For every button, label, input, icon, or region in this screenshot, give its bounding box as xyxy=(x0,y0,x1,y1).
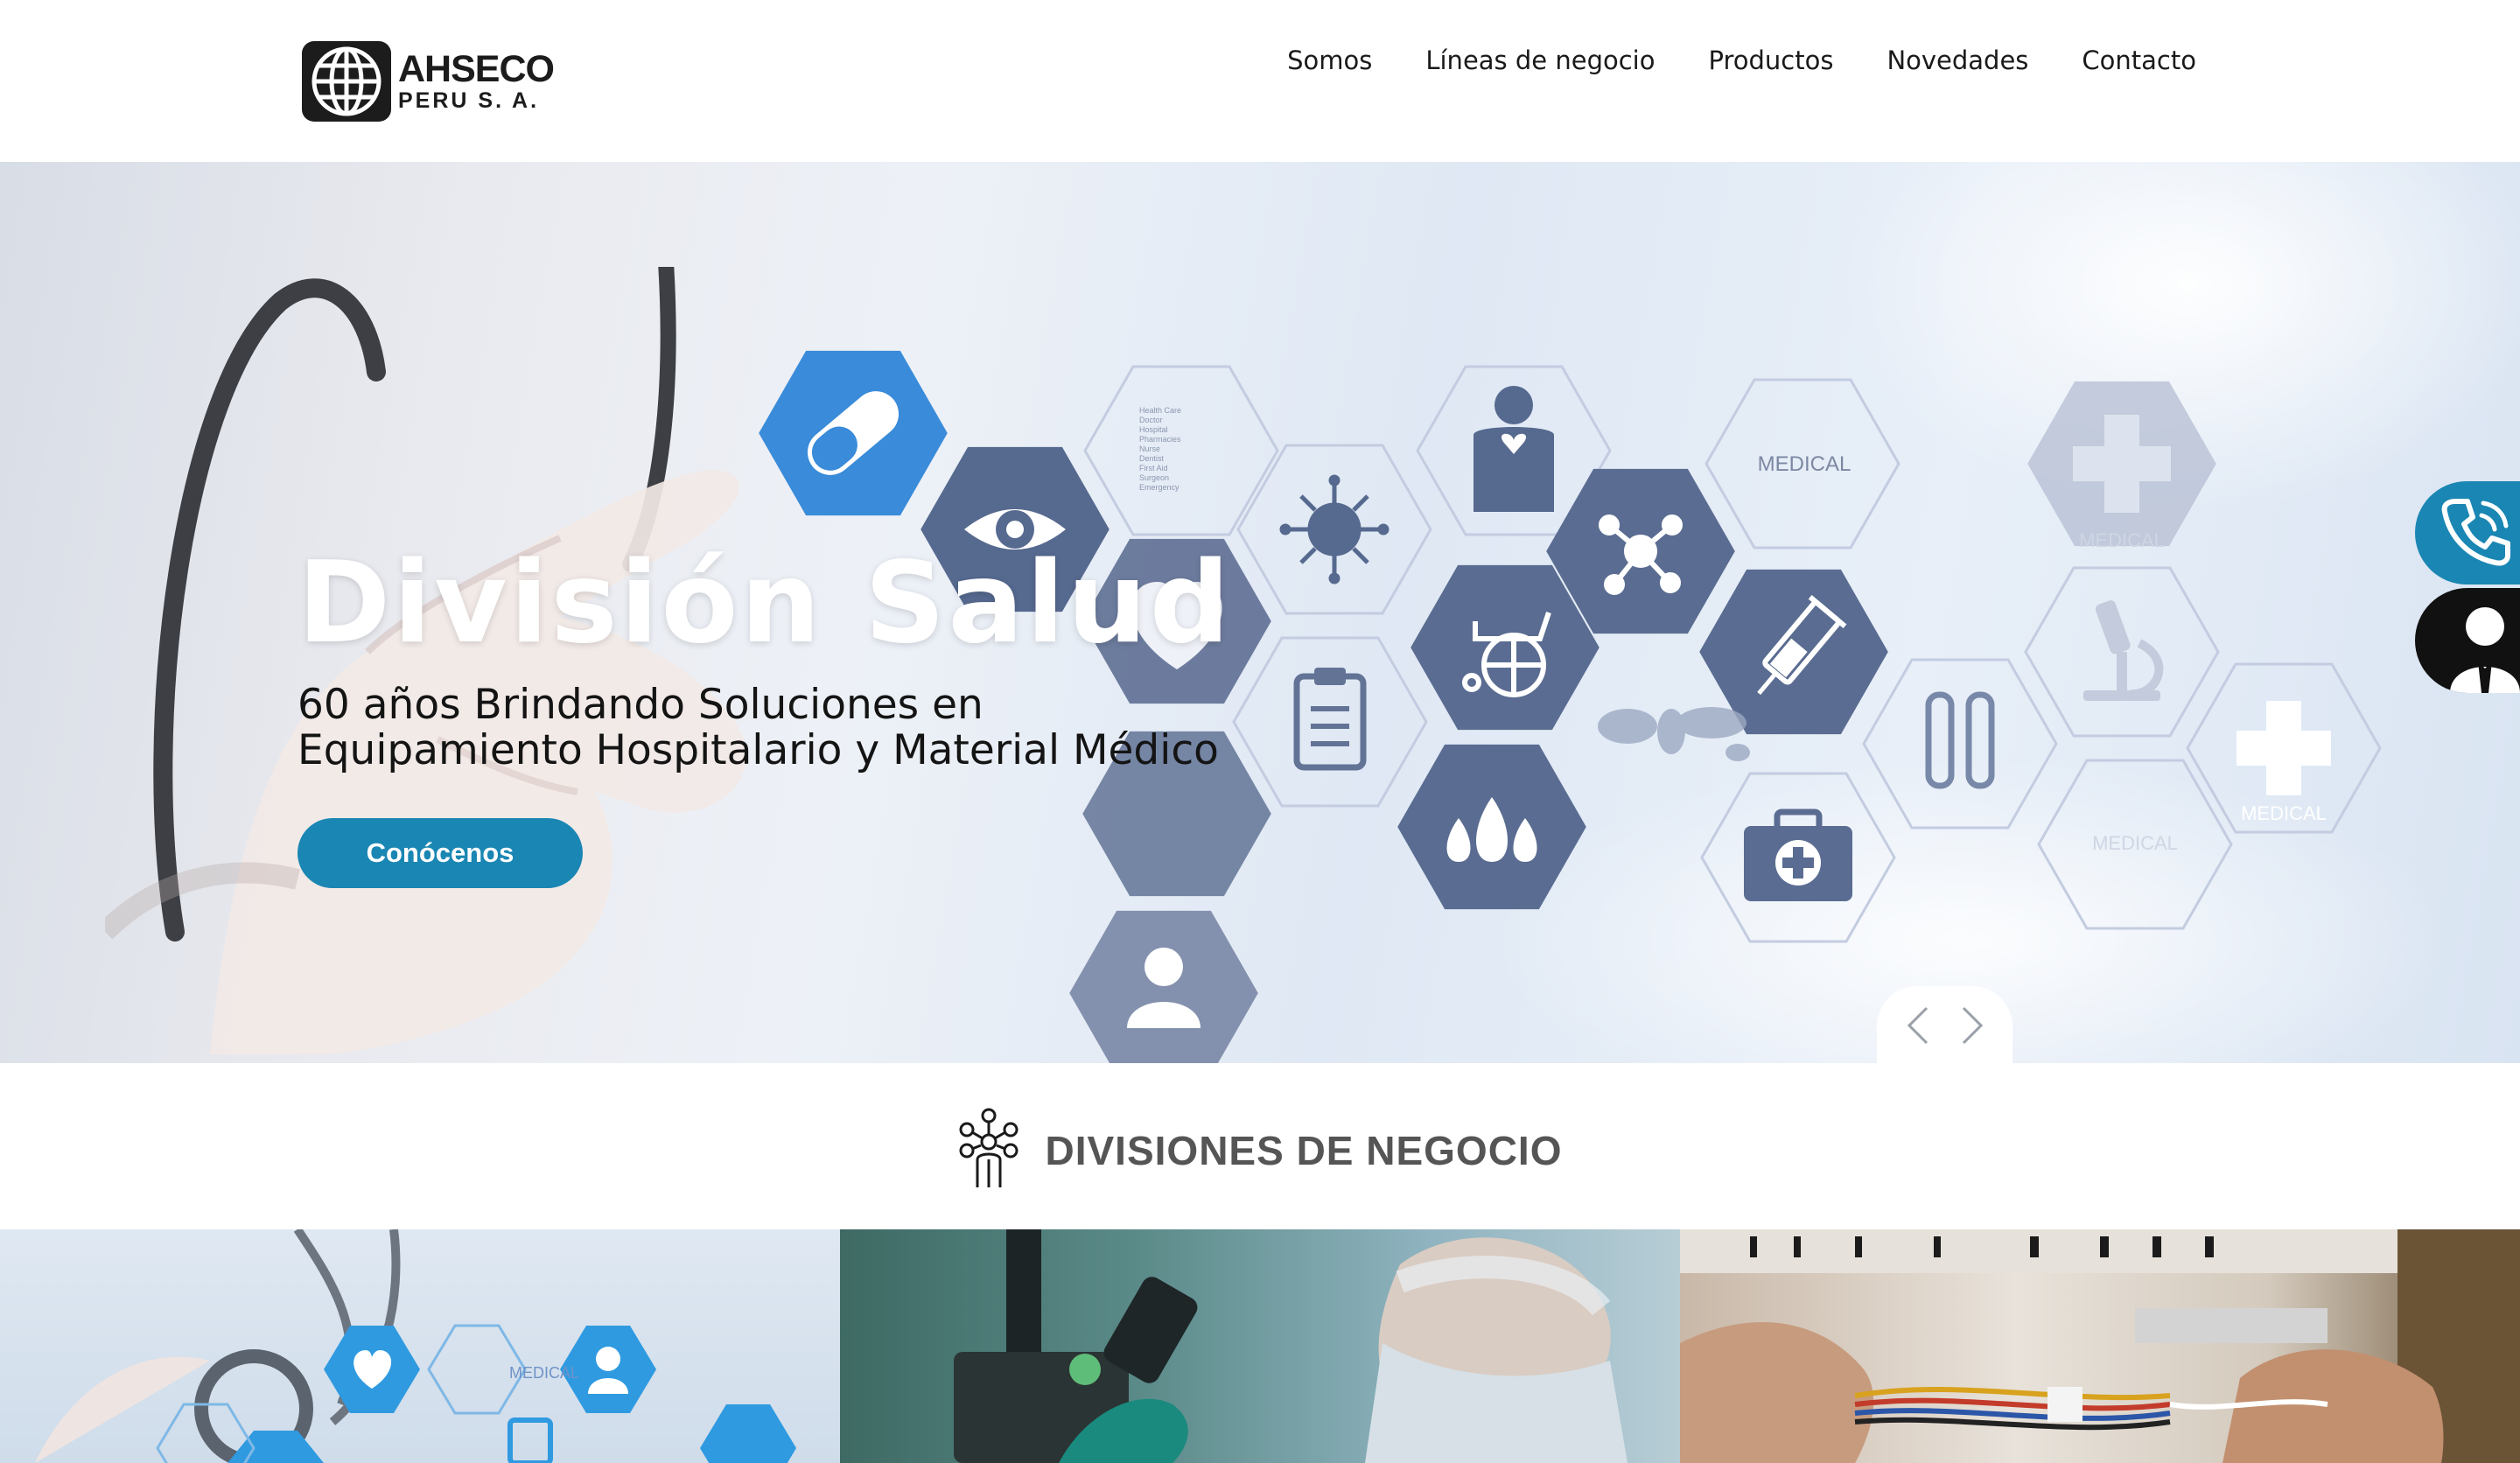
chevron-right-icon[interactable] xyxy=(1955,1004,1990,1047)
svg-text:Hospital: Hospital xyxy=(1139,425,1168,434)
nav-productos[interactable]: Productos xyxy=(1708,46,1833,75)
doctor-icon xyxy=(1474,386,1554,512)
nav-contacto[interactable]: Contacto xyxy=(2082,46,2196,75)
logo-name: AHSECO xyxy=(398,48,555,90)
division-tile-tecnologia[interactable] xyxy=(1680,1229,2520,1463)
globe-icon xyxy=(302,41,391,122)
svg-text:Pharmacies: Pharmacies xyxy=(1139,435,1181,444)
division-tile-laboratorio[interactable] xyxy=(840,1229,1680,1463)
test-tubes-icon xyxy=(1925,691,1995,789)
divisions-title: DIVISIONES DE NEGOCIO xyxy=(1045,1128,1563,1173)
chevron-left-icon[interactable] xyxy=(1900,1004,1936,1047)
svg-text:Health Care: Health Care xyxy=(1139,406,1181,415)
hex-label: MEDICAL xyxy=(2092,832,2178,854)
agent-chat-button[interactable] xyxy=(2415,588,2520,693)
svg-text:First Aid: First Aid xyxy=(1139,464,1168,472)
nav-novedades[interactable]: Novedades xyxy=(1886,46,2028,75)
hero-title: División Salud xyxy=(298,538,1233,668)
svg-text:Nurse: Nurse xyxy=(1139,444,1160,453)
virus-icon xyxy=(1279,474,1390,584)
tile-label: MEDICAL xyxy=(509,1364,579,1382)
nav-somos[interactable]: Somos xyxy=(1287,46,1372,75)
world-map-icon xyxy=(1598,707,1750,761)
care-list: Health Care Doctor Hospital Pharmacies N… xyxy=(1139,406,1181,492)
phone-icon xyxy=(2440,494,2513,571)
svg-text:Emergency: Emergency xyxy=(1139,483,1180,492)
slider-controls xyxy=(1877,986,2012,1063)
svg-text:Dentist: Dentist xyxy=(1139,454,1165,463)
site-header: AHSECO PERU S. A. Somos Líneas de negoci… xyxy=(0,0,2520,162)
call-button[interactable] xyxy=(2415,481,2520,584)
hex-label: MEDICAL xyxy=(1758,452,1852,476)
logo-subtitle: PERU S. A. xyxy=(398,88,540,113)
hex-label: MEDICAL xyxy=(2241,802,2327,824)
svg-text:Surgeon: Surgeon xyxy=(1139,473,1169,482)
division-tile-salud[interactable]: MEDICAL xyxy=(0,1229,840,1463)
brand-logo[interactable]: AHSECO PERU S. A. xyxy=(302,39,555,123)
hex-label: MEDICAL xyxy=(2079,529,2165,551)
hero-subtitle-line: Equipamiento Hospitalario y Material Méd… xyxy=(298,726,1219,774)
divisions-heading: DIVISIONES DE NEGOCIO xyxy=(0,1063,2520,1229)
microscope-icon xyxy=(2083,600,2164,701)
hero-subtitle-line: 60 años Brindando Soluciones en xyxy=(298,681,984,729)
hero-subtitle: 60 años Brindando Soluciones en Equipami… xyxy=(298,682,1522,774)
division-tiles: MEDICAL xyxy=(0,1229,2520,1463)
nav-lineas-de-negocio[interactable]: Líneas de negocio xyxy=(1425,46,1655,75)
main-nav: Somos Líneas de negocio Productos Noveda… xyxy=(1287,46,2196,75)
svg-text:Doctor: Doctor xyxy=(1139,416,1163,424)
network-people-icon xyxy=(958,1107,1019,1194)
hero-slider: MEDICAL MEDICAL MEDICAL MEDICAL Health C… xyxy=(0,162,2520,1063)
conocenos-button[interactable]: Conócenos xyxy=(298,818,583,888)
first-aid-kit-icon xyxy=(1744,808,1852,901)
